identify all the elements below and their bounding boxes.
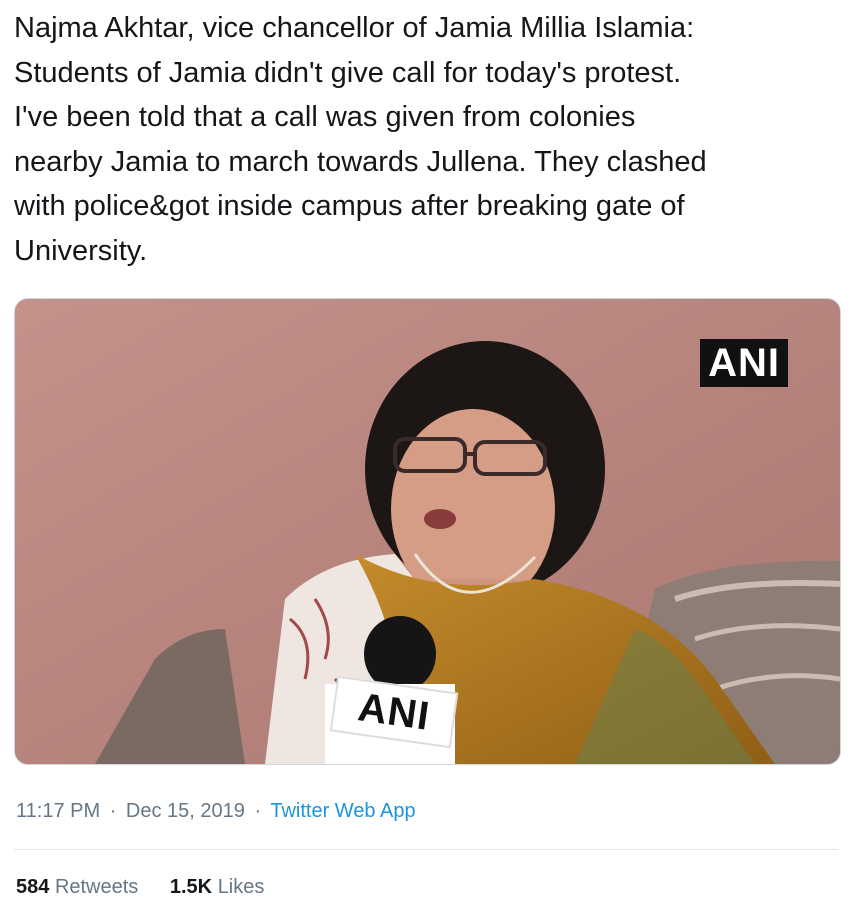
- tweet-time[interactable]: 11:17 PM: [16, 800, 100, 822]
- meta-separator: ·: [109, 800, 117, 822]
- meta-separator: ·: [254, 800, 262, 822]
- divider: [14, 849, 838, 850]
- likes-count: 1.5K: [169, 876, 213, 898]
- tweet-media-photo[interactable]: ANI ANI: [14, 298, 841, 765]
- likes-label: Likes: [217, 876, 265, 898]
- tweet-source-link[interactable]: Twitter Web App: [270, 800, 415, 822]
- tweet-stats: 584 Retweets 1.5K Likes: [16, 876, 290, 899]
- tweet-text-line: University.: [14, 234, 148, 267]
- tweet-text-line: Students of Jamia didn't give call for t…: [14, 56, 682, 89]
- tweet-text-line: I've been told that a call was given fro…: [14, 101, 636, 133]
- tweet-date[interactable]: Dec 15, 2019: [126, 800, 245, 822]
- tweet-text: Najma Akhtar, vice chancellor of Jamia M…: [14, 6, 836, 273]
- retweets-count: 584: [16, 876, 50, 898]
- tweet-text-line: Najma Akhtar, vice chancellor of Jamia M…: [14, 12, 695, 44]
- retweets-stat[interactable]: 584 Retweets: [16, 876, 144, 898]
- likes-stat[interactable]: 1.5K Likes: [170, 876, 265, 898]
- retweets-label: Retweets: [54, 876, 139, 898]
- ani-watermark: ANI: [700, 339, 788, 387]
- tweet-text-line: nearby Jamia to march towards Jullena. T…: [14, 145, 707, 178]
- tweet-meta: 11:17 PM · Dec 15, 2019 · Twitter Web Ap…: [16, 800, 416, 823]
- tweet-text-line: with police&got inside campus after brea…: [14, 190, 685, 222]
